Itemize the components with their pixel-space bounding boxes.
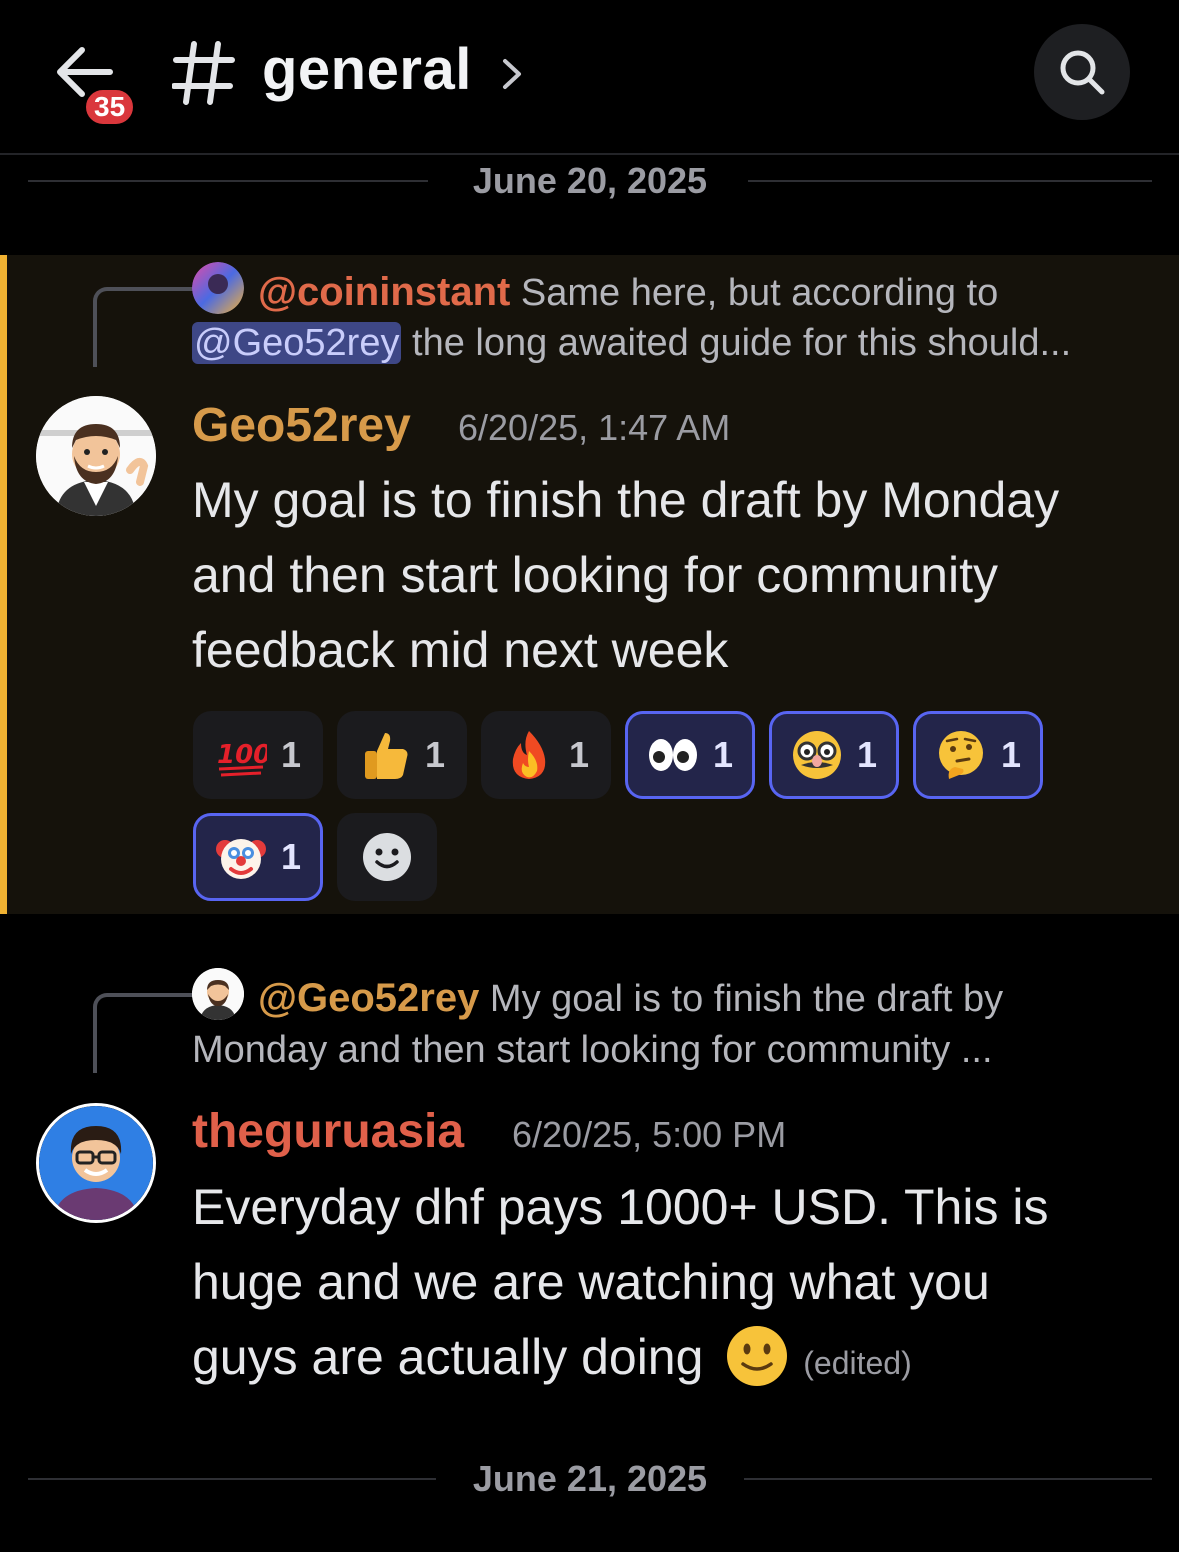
reaction-thinking-face[interactable]: 1 — [913, 711, 1043, 799]
channel-title[interactable]: general — [262, 36, 472, 103]
reaction-clown-face[interactable]: 1 — [193, 813, 323, 901]
message-line: and then start looking for community — [192, 547, 998, 603]
add-reaction-icon — [363, 833, 411, 881]
reply-text: Monday and then start looking for commun… — [192, 1029, 993, 1071]
reply-text: My goal is to finish the draft by — [489, 978, 1004, 1020]
message-line-text: guys are actually doing — [192, 1329, 704, 1385]
reply-preview-line1[interactable]: @Geo52rey My goal is to finish the draft… — [258, 972, 1003, 1025]
reaction-hundred-points[interactable]: 100 1 — [193, 711, 323, 799]
search-button[interactable] — [1034, 24, 1130, 120]
message-author[interactable]: theguruasia — [192, 1104, 464, 1159]
reaction-fire[interactable]: 1 — [481, 711, 611, 799]
message-body[interactable]: My goal is to finish the draft by Monday… — [192, 463, 1152, 688]
reply-preview-line2[interactable]: Monday and then start looking for commun… — [192, 1024, 993, 1076]
eyes-icon — [648, 739, 697, 771]
reaction-count: 1 — [856, 734, 878, 775]
avatar[interactable] — [36, 1103, 156, 1223]
chevron-right-icon[interactable] — [500, 56, 524, 92]
message-body[interactable]: Everyday dhf pays 1000+ USD. This is hug… — [192, 1170, 1152, 1401]
reaction-count: 1 — [424, 734, 446, 775]
message-line: feedback mid next week — [192, 622, 729, 678]
reply-author[interactable]: @Geo52rey — [258, 976, 479, 1020]
reply-text: the long awaited guide for this should..… — [401, 322, 1072, 364]
channel-header: 35 general — [0, 0, 1179, 155]
fire-icon — [512, 731, 546, 779]
reaction-count: 1 — [568, 734, 590, 775]
search-icon — [1060, 50, 1105, 95]
reply-preview-line1[interactable]: @coininstant Same here, but according to — [258, 266, 998, 319]
mention-highlight-bar — [0, 255, 7, 914]
date-label: June 20, 2025 — [472, 160, 708, 201]
clown-face-icon — [215, 839, 266, 879]
slightly-smiling-face-icon — [727, 1326, 788, 1386]
message-author[interactable]: Geo52rey — [192, 398, 411, 453]
reply-connector — [93, 993, 193, 1073]
reply-connector — [93, 287, 193, 367]
reply-text: Same here, but according to — [520, 272, 999, 314]
avatar[interactable] — [36, 396, 156, 516]
reaction-count: 1 — [1000, 734, 1022, 775]
reply-avatar[interactable] — [192, 262, 244, 314]
message-line: guys are actually doing (edited) — [192, 1320, 1152, 1401]
reaction-count: 1 — [280, 836, 302, 877]
reaction-thumbs-up[interactable]: 1 — [337, 711, 467, 799]
reaction-count: 1 — [712, 734, 734, 775]
message-line: huge and we are watching what you — [192, 1254, 990, 1310]
add-reaction-button[interactable] — [337, 813, 437, 901]
message-timestamp: 6/20/25, 5:00 PM — [512, 1114, 787, 1155]
hundred-points-icon: 100 — [217, 740, 267, 777]
reaction-count: 1 — [280, 734, 302, 775]
edited-label: (edited) — [803, 1345, 912, 1381]
reaction-eyes[interactable]: 1 — [625, 711, 755, 799]
message-line: My goal is to finish the draft by Monday — [192, 472, 1060, 528]
reply-avatar[interactable] — [192, 968, 244, 1020]
date-label: June 21, 2025 — [472, 1458, 708, 1499]
date-separator: June 21, 2025 — [28, 1458, 1152, 1499]
disguised-face-icon — [792, 731, 841, 779]
thumbs-up-icon — [364, 733, 408, 779]
message-line: Everyday dhf pays 1000+ USD. This is — [192, 1179, 1049, 1235]
reply-mention[interactable]: @Geo52rey — [192, 322, 402, 364]
date-separator: June 20, 2025 — [28, 160, 1152, 201]
reply-author[interactable]: @coininstant — [258, 270, 510, 314]
svg-text:100: 100 — [217, 740, 267, 770]
message-timestamp: 6/20/25, 1:47 AM — [458, 407, 731, 448]
reaction-disguised-face[interactable]: 1 — [769, 711, 899, 799]
reply-preview-line2[interactable]: @Geo52rey the long awaited guide for thi… — [192, 317, 1071, 369]
thinking-face-icon — [938, 731, 983, 779]
text-channel-icon — [172, 41, 235, 105]
unread-badge: 35 — [82, 86, 138, 128]
